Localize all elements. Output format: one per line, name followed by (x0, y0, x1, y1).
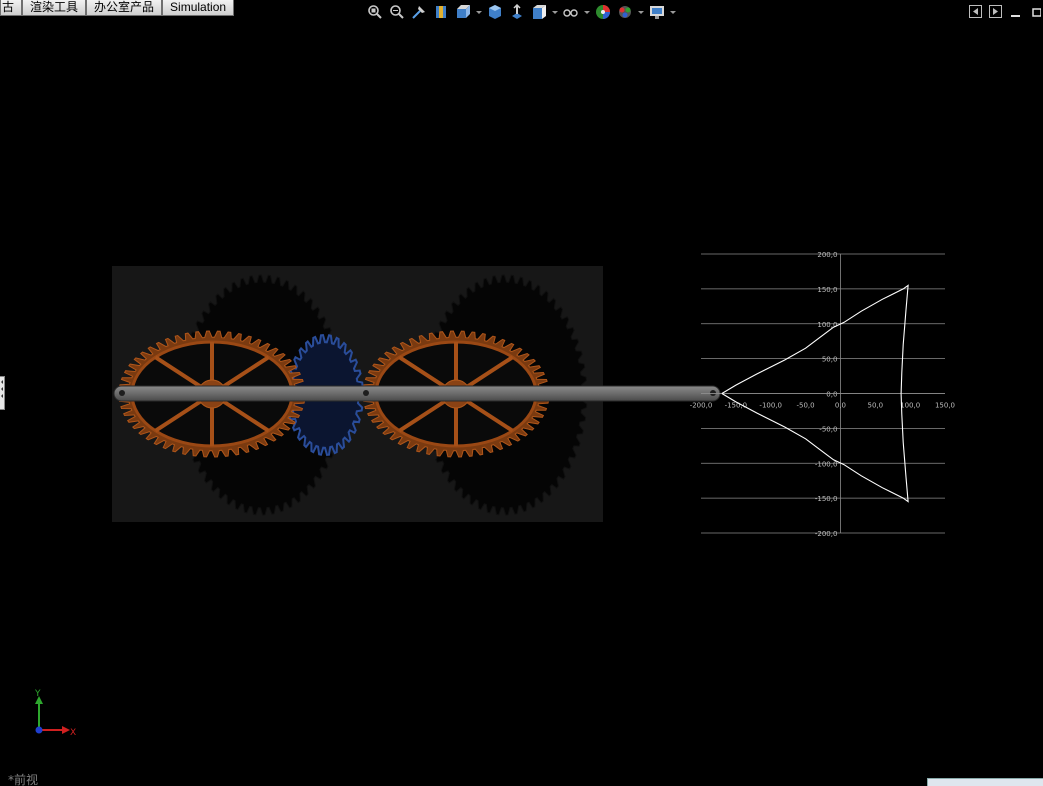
hide-show-types-icon[interactable] (561, 2, 581, 22)
chevron-left-icon (1, 380, 3, 384)
graphics-area[interactable]: 200,0 150,0 100,0 50,0 0,0 -50,0 -100,0 -150,0 -… (0, 0, 1043, 786)
command-manager-tabs: 古 渲染工具 办公室产品 Simulation (0, 0, 235, 17)
next-window-icon[interactable] (989, 5, 1003, 19)
previous-view-icon[interactable] (409, 2, 429, 22)
display-style-icon[interactable] (485, 2, 505, 22)
rod-pin-right[interactable] (710, 390, 716, 396)
chart-x-tick-label: 50,0 (867, 402, 883, 410)
tab-office-products[interactable]: 办公室产品 (86, 0, 163, 16)
hide-show-items-icon[interactable] (507, 2, 527, 22)
chart-y-tick-label: -100,0 (815, 460, 838, 468)
scene-dropdown[interactable] (637, 2, 645, 22)
triad-x-arrow (62, 726, 70, 734)
view-settings-icon[interactable] (647, 2, 667, 22)
triad-y-label: Y (34, 689, 41, 699)
chart-y-tick-label: 100,0 (817, 321, 837, 329)
chart-y-tick-label: 50,0 (822, 356, 838, 364)
edit-appearance-icon[interactable] (529, 2, 549, 22)
tab-render-tools[interactable]: 渲染工具 (22, 0, 87, 16)
model-viewport[interactable]: 200,0 150,0 100,0 50,0 0,0 -50,0 -100,0 -150,0 -… (0, 0, 1043, 786)
rod-pin-middle[interactable] (363, 390, 369, 396)
tab-partial[interactable]: 古 (0, 0, 23, 16)
taskbar-window-edge (927, 778, 1043, 786)
triad-z-axis (35, 726, 43, 734)
chart-y-tick-label: 0,0 (826, 391, 837, 399)
chart-x-tick-label: -100,0 (759, 402, 782, 410)
heads-up-view-toolbar (365, 2, 677, 22)
rod-pin-left[interactable] (119, 390, 125, 396)
view-orientation-dropdown[interactable] (475, 2, 483, 22)
chart-x-tick-label: 150,0 (935, 402, 955, 410)
minimize-icon[interactable] (1009, 5, 1023, 19)
scene-icon[interactable] (615, 2, 635, 22)
chart-x-tick-label: 0,0 (835, 402, 846, 410)
view-settings-dropdown[interactable] (669, 2, 677, 22)
connecting-rod[interactable] (113, 385, 721, 402)
chevron-left-icon (1, 387, 3, 391)
coordinate-triad: Y X (34, 689, 76, 738)
chart-x-tick-label: -50,0 (797, 402, 815, 410)
apply-scene-icon[interactable] (593, 2, 613, 22)
chart-y-tick-label: 150,0 (817, 286, 837, 294)
tab-simulation[interactable]: Simulation (162, 0, 235, 16)
zoom-to-fit-icon[interactable] (365, 2, 385, 22)
hide-show-types-dropdown[interactable] (583, 2, 591, 22)
side-panel-expand-handle[interactable] (0, 376, 5, 410)
triad-x-label: X (70, 728, 76, 738)
edit-appearance-dropdown[interactable] (551, 2, 559, 22)
chevron-left-icon (1, 394, 3, 398)
view-orientation-icon[interactable] (453, 2, 473, 22)
trajectory-chart: 200,0 150,0 100,0 50,0 0,0 -50,0 -100,0 -150,0 -… (690, 251, 955, 538)
view-orientation-label: *前视 (8, 773, 39, 786)
chart-y-tick-label: 200,0 (817, 251, 837, 259)
chart-y-tick-label: -50,0 (819, 425, 837, 433)
restore-icon[interactable] (1029, 5, 1043, 19)
zoom-to-area-icon[interactable] (387, 2, 407, 22)
chart-y-tick-label: -150,0 (815, 495, 838, 503)
previous-window-icon[interactable] (969, 5, 983, 19)
chart-x-tick-label: 100,0 (900, 402, 920, 410)
section-view-icon[interactable] (431, 2, 451, 22)
chart-x-tick-label: -200,0 (690, 402, 713, 410)
window-controls (969, 5, 1043, 19)
chart-y-tick-label: -200,0 (815, 530, 838, 538)
